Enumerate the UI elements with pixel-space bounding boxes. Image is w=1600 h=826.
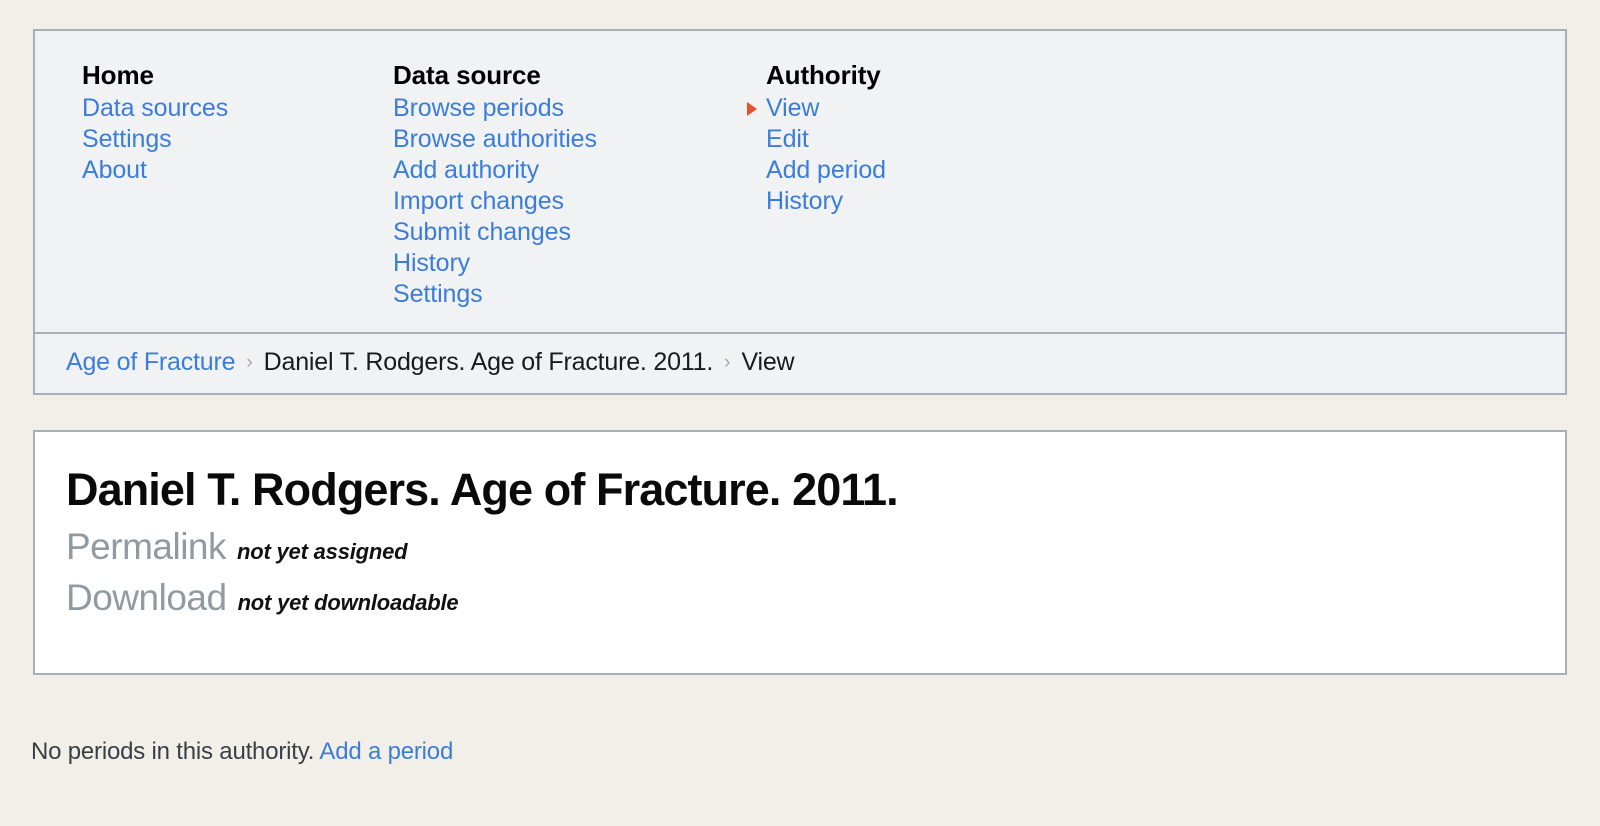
nav-heading-data-source: Data source xyxy=(393,60,541,90)
nav-item-edit: Edit xyxy=(766,124,1105,155)
add-a-period-link[interactable]: Add a period xyxy=(319,738,453,765)
sidebar-item-authority-history[interactable]: History xyxy=(766,187,843,215)
breadcrumb-item-current: View xyxy=(741,348,795,376)
empty-periods-message: No periods in this authority. xyxy=(31,738,315,765)
nav-list-authority: View Edit Add period History xyxy=(747,93,1105,217)
nav-item-authority-history: History xyxy=(766,186,1105,217)
breadcrumb-item-source[interactable]: Age of Fracture xyxy=(66,348,236,377)
nav-item-settings: Settings xyxy=(82,124,393,155)
sidebar-item-add-period[interactable]: Add period xyxy=(766,156,886,184)
nav-item-source-settings: Settings xyxy=(393,279,745,310)
sidebar-item-submit-changes[interactable]: Submit changes xyxy=(393,218,571,246)
nav-heading-home: Home xyxy=(82,60,154,90)
page-title: Daniel T. Rodgers. Age of Fracture. 2011… xyxy=(66,464,899,515)
nav-list-data-source: Browse periods Browse authorities Add au… xyxy=(393,93,745,310)
sidebar-item-add-authority[interactable]: Add authority xyxy=(393,156,539,184)
nav-item-view: View xyxy=(747,93,1105,124)
download-row: Download not yet downloadable xyxy=(66,576,1565,620)
nav-columns: Home Data sources Settings About Data so… xyxy=(35,31,1565,332)
sidebar-item-settings[interactable]: Settings xyxy=(82,125,172,153)
nav-item-browse-periods: Browse periods xyxy=(393,93,745,124)
sidebar-item-data-sources[interactable]: Data sources xyxy=(82,94,228,122)
sidebar-item-browse-periods[interactable]: Browse periods xyxy=(393,94,564,122)
nav-item-submit-changes: Submit changes xyxy=(393,217,745,248)
authority-detail-card: Daniel T. Rodgers. Age of Fracture. 2011… xyxy=(33,430,1567,675)
nav-item-history: History xyxy=(393,248,745,279)
navigation-panel: Home Data sources Settings About Data so… xyxy=(33,29,1567,395)
breadcrumb: Age of Fracture › Daniel T. Rodgers. Age… xyxy=(35,332,1565,393)
sidebar-item-browse-authorities[interactable]: Browse authorities xyxy=(393,125,597,153)
breadcrumb-separator-icon: › xyxy=(724,352,731,373)
permalink-label: Permalink xyxy=(66,526,227,567)
sidebar-item-data-source-settings[interactable]: Settings xyxy=(393,280,483,308)
nav-item-data-sources: Data sources xyxy=(82,93,393,124)
nav-column-authority: Authority View Edit Add period History xyxy=(745,59,1105,310)
sidebar-item-data-source-history[interactable]: History xyxy=(393,249,470,277)
download-label: Download xyxy=(66,577,227,618)
app-page: Home Data sources Settings About Data so… xyxy=(0,0,1600,826)
permalink-row: Permalink not yet assigned xyxy=(66,525,1565,569)
nav-item-add-authority: Add authority xyxy=(393,155,745,186)
sidebar-item-edit[interactable]: Edit xyxy=(766,125,809,153)
nav-item-about: About xyxy=(82,155,393,186)
breadcrumb-item-authority: Daniel T. Rodgers. Age of Fracture. 2011… xyxy=(263,348,714,376)
download-value: not yet downloadable xyxy=(237,590,459,615)
sidebar-item-import-changes[interactable]: Import changes xyxy=(393,187,564,215)
permalink-value: not yet assigned xyxy=(237,539,408,564)
nav-column-data-source: Data source Browse periods Browse author… xyxy=(393,59,745,310)
sidebar-item-view[interactable]: View xyxy=(766,94,819,122)
nav-list-home: Data sources Settings About xyxy=(82,93,393,186)
nav-heading-authority: Authority xyxy=(766,60,881,90)
current-page-triangle-icon xyxy=(747,102,757,116)
nav-item-browse-authorities: Browse authorities xyxy=(393,124,745,155)
sidebar-item-about[interactable]: About xyxy=(82,156,147,184)
nav-item-import-changes: Import changes xyxy=(393,186,745,217)
nav-item-add-period: Add period xyxy=(766,155,1105,186)
breadcrumb-separator-icon: › xyxy=(246,352,253,373)
empty-periods-notice: No periods in this authority. Add a peri… xyxy=(31,738,453,766)
nav-column-home: Home Data sources Settings About xyxy=(35,59,393,310)
